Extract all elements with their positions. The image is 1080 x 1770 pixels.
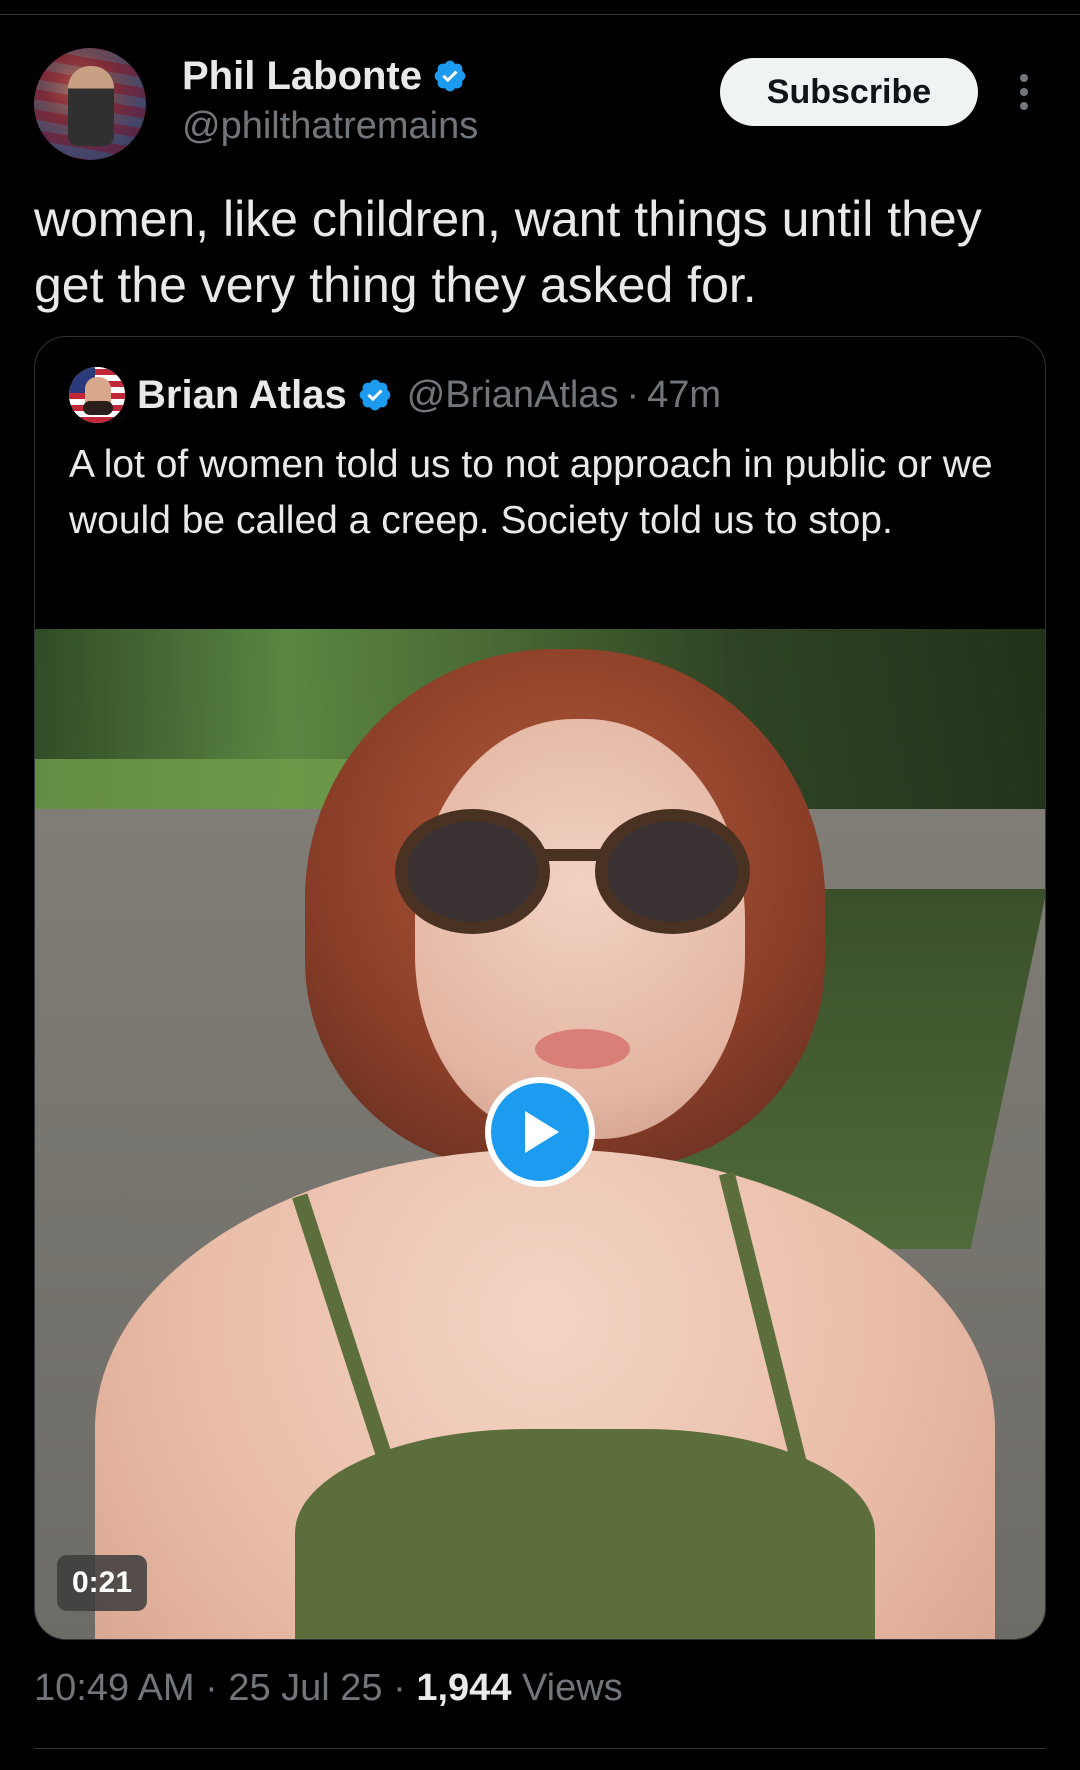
avatar-beard bbox=[83, 401, 113, 415]
author-name-row: Phil Labonte bbox=[182, 52, 478, 100]
avatar-figure bbox=[68, 66, 114, 146]
post-date[interactable]: 25 Jul 25 bbox=[228, 1667, 382, 1709]
separator-dot: · bbox=[205, 1667, 218, 1709]
verified-badge-icon bbox=[359, 379, 391, 411]
quoted-author-avatar[interactable] bbox=[69, 367, 125, 423]
quoted-author-display-name[interactable]: Brian Atlas bbox=[137, 373, 347, 418]
play-button[interactable] bbox=[485, 1077, 595, 1187]
video-player[interactable]: 0:21 bbox=[35, 629, 1045, 1639]
play-icon bbox=[525, 1111, 559, 1153]
post-text: women, like children, want things until … bbox=[34, 191, 982, 313]
views-label: Views bbox=[522, 1667, 623, 1709]
post-metadata: 10:49 AM · 25 Jul 25 · 1,944 Views bbox=[34, 1664, 623, 1712]
more-dot bbox=[1020, 88, 1028, 96]
separator-dot: · bbox=[626, 373, 640, 416]
quoted-author-handle[interactable]: @BrianAtlas bbox=[407, 374, 619, 417]
post-header: Phil Labonte @philthatremains Subscribe bbox=[34, 48, 1046, 160]
video-frame-lips bbox=[535, 1029, 630, 1069]
more-dot bbox=[1020, 102, 1028, 110]
quoted-post-header: Brian Atlas @BrianAtlas · 47m bbox=[69, 367, 721, 423]
quoted-post-time[interactable]: 47m bbox=[647, 374, 721, 417]
author-display-name[interactable]: Phil Labonte bbox=[182, 52, 422, 100]
quoted-post-text: A lot of women told us to not approach i… bbox=[69, 443, 993, 542]
video-frame-sunglasses-bridge bbox=[540, 849, 602, 861]
verified-badge-icon bbox=[434, 60, 466, 92]
video-frame-top bbox=[295, 1429, 875, 1639]
quoted-post[interactable]: Brian Atlas @BrianAtlas · 47m A lot of w… bbox=[34, 336, 1046, 1640]
author-name-block: Phil Labonte @philthatremains bbox=[182, 52, 478, 150]
more-dot bbox=[1020, 74, 1028, 82]
video-frame-sunglasses bbox=[595, 809, 750, 934]
author-avatar[interactable] bbox=[34, 48, 146, 160]
top-divider bbox=[0, 14, 1080, 15]
bottom-divider bbox=[34, 1748, 1046, 1749]
video-duration-badge: 0:21 bbox=[57, 1555, 147, 1611]
subscribe-button[interactable]: Subscribe bbox=[720, 58, 978, 126]
post-timestamp[interactable]: 10:49 AM bbox=[34, 1667, 195, 1709]
author-handle[interactable]: @philthatremains bbox=[182, 102, 478, 150]
views-count[interactable]: 1,944 bbox=[416, 1667, 511, 1709]
video-frame-sunglasses bbox=[395, 809, 550, 934]
more-options-icon[interactable] bbox=[1014, 70, 1034, 114]
separator-dot: · bbox=[393, 1667, 406, 1709]
